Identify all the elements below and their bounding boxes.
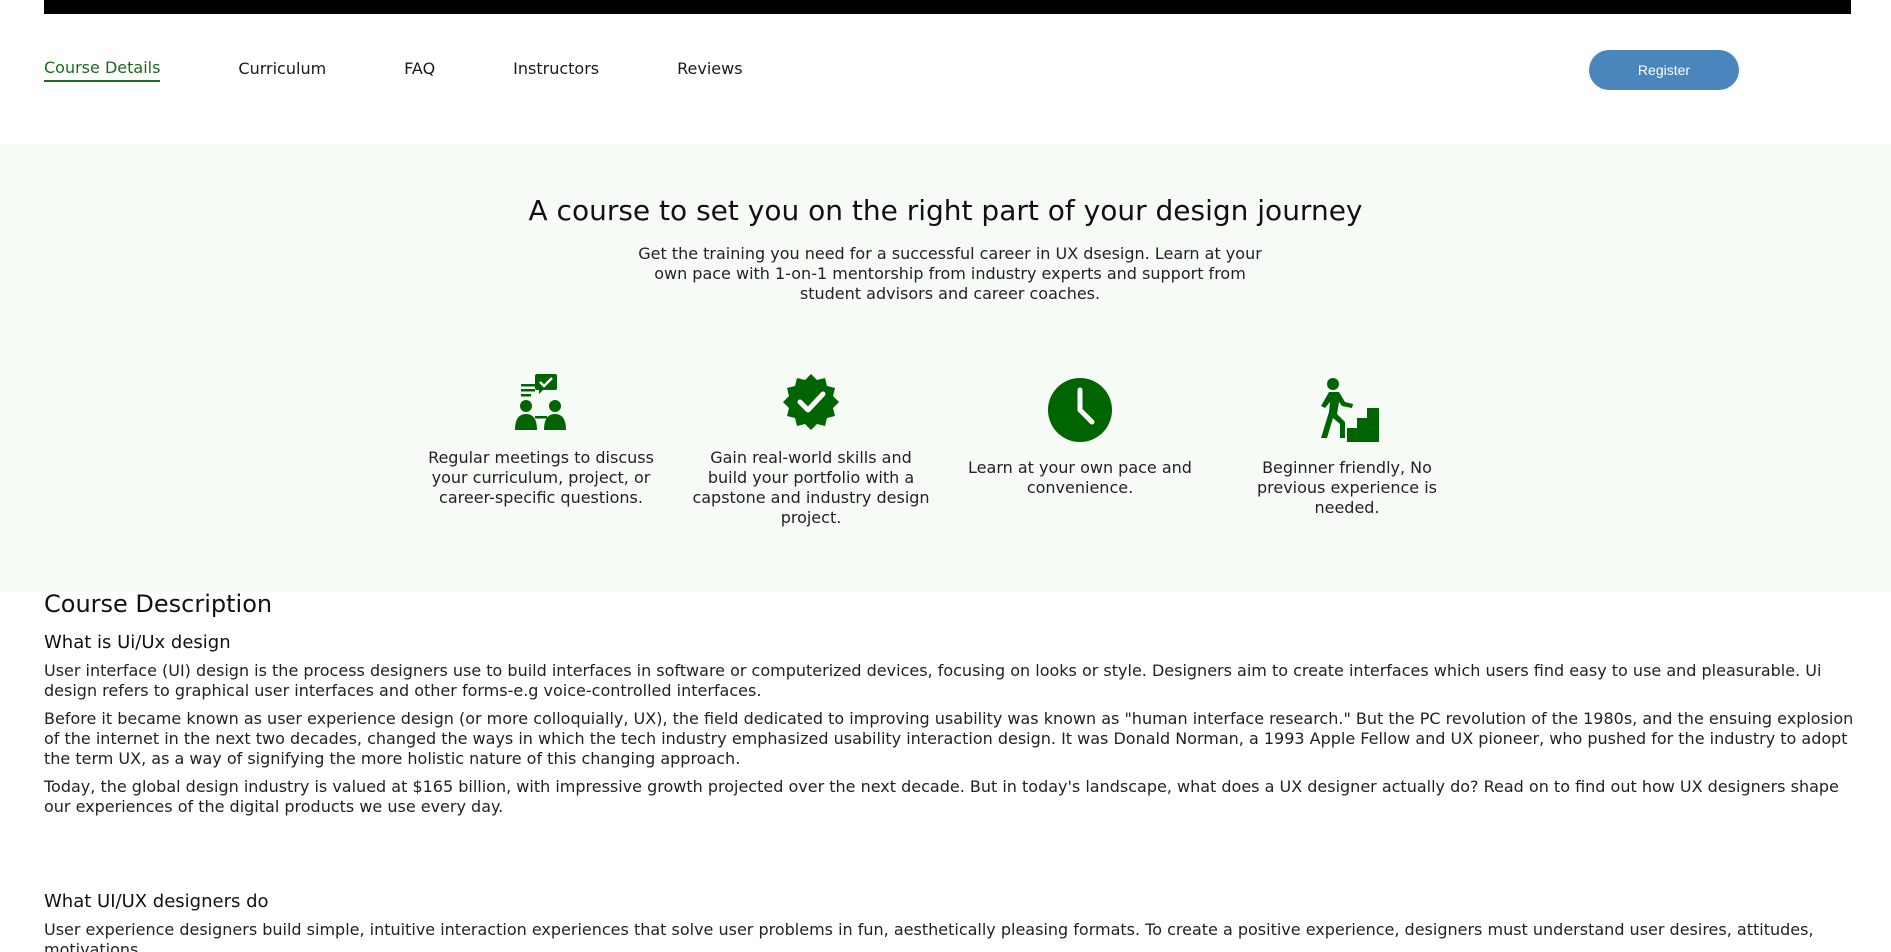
feature-item-portfolio: Gain real-world skills and build your po… xyxy=(691,366,931,528)
course-description: Course Description What is Ui/Ux design … xyxy=(44,590,1854,952)
feature-text: Beginner friendly, No previous experienc… xyxy=(1256,458,1438,517)
paragraph: Before it became known as user experienc… xyxy=(44,709,1854,768)
hero-section: A course to set you on the right part of… xyxy=(0,144,1891,592)
nav-tab-faq[interactable]: FAQ xyxy=(404,59,435,81)
feature-item-beginner: Beginner friendly, No previous experienc… xyxy=(1227,366,1467,518)
feature-item-meetings: Regular meetings to discuss your curricu… xyxy=(421,366,661,508)
hero-title: A course to set you on the right part of… xyxy=(528,194,1363,227)
paragraph: User experience designers build simple, … xyxy=(44,920,1814,952)
course-description-heading: Course Description xyxy=(44,590,273,618)
paragraph: User interface (UI) design is the proces… xyxy=(44,661,1822,700)
top-black-bar xyxy=(44,0,1851,14)
hero-subtitle: Get the training you need for a successf… xyxy=(638,244,1262,303)
nav-tab-reviews[interactable]: Reviews xyxy=(677,59,742,81)
clock-icon xyxy=(960,366,1200,442)
register-button[interactable]: Register xyxy=(1589,50,1739,90)
mentorship-meeting-icon xyxy=(421,366,661,432)
nav-tab-instructors[interactable]: Instructors xyxy=(513,59,599,81)
paragraph: Today, the global design industry is val… xyxy=(44,777,1839,816)
section-title-what-is-uiux: What is Ui/Ux design xyxy=(44,632,231,653)
feature-text: Regular meetings to discuss your curricu… xyxy=(428,448,654,507)
verified-badge-icon xyxy=(691,366,931,432)
nav-tab-course-details[interactable]: Course Details xyxy=(44,58,161,82)
section-title-what-designers-do: What UI/UX designers do xyxy=(44,891,269,912)
course-nav: Course Details Curriculum FAQ Instructor… xyxy=(44,50,821,90)
nav-tab-curriculum[interactable]: Curriculum xyxy=(238,59,326,81)
feature-item-pace: Learn at your own pace and convenience. xyxy=(960,366,1200,498)
feature-text: Learn at your own pace and convenience. xyxy=(968,458,1192,497)
stairs-climber-icon xyxy=(1227,366,1467,442)
feature-text: Gain real-world skills and build your po… xyxy=(692,448,930,527)
